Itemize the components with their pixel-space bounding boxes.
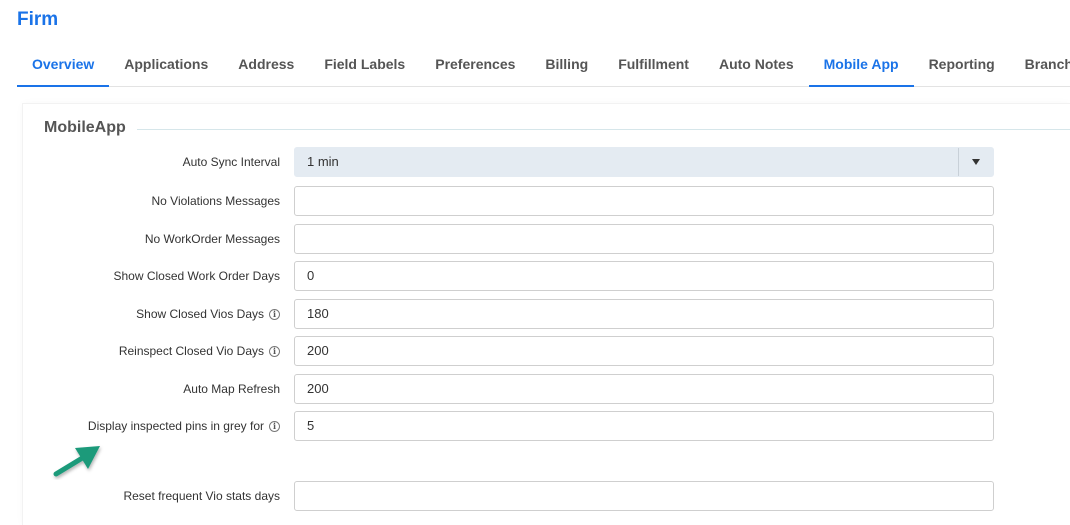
- info-icon[interactable]: i: [269, 420, 280, 432]
- tab-applications[interactable]: Applications: [109, 44, 223, 87]
- field-label: Auto Map Refresh: [183, 382, 280, 396]
- form-row-no-workorder-messages: No WorkOrder Messages: [0, 224, 1070, 254]
- auto-map-refresh-input[interactable]: 200: [294, 374, 994, 404]
- tab-address[interactable]: Address: [223, 44, 309, 87]
- form-row-display-inspected-pins: Display inspected pins in grey for i 5: [0, 411, 1070, 441]
- tab-branches[interactable]: Branches: [1010, 44, 1070, 87]
- tab-reporting[interactable]: Reporting: [914, 44, 1010, 87]
- field-label: Display inspected pins in grey for i: [88, 411, 280, 441]
- form-row-auto-map-refresh: Auto Map Refresh 200: [0, 374, 1070, 404]
- info-icon[interactable]: i: [269, 308, 280, 320]
- tab-auto-notes[interactable]: Auto Notes: [704, 44, 809, 87]
- field-label: Auto Sync Interval: [182, 155, 280, 169]
- tab-overview[interactable]: Overview: [17, 44, 110, 87]
- display-inspected-pins-grey-input[interactable]: 5: [294, 411, 994, 441]
- form-row-reset-frequent-vio-stats-days: Reset frequent Vio stats days: [0, 481, 1070, 511]
- section-title: MobileApp: [44, 119, 126, 136]
- show-closed-work-order-days-input[interactable]: 0: [294, 261, 994, 291]
- field-label: Reinspect Closed Vio Days i: [119, 336, 280, 366]
- field-label: Reset frequent Vio stats days: [123, 489, 280, 503]
- tab-preferences[interactable]: Preferences: [420, 44, 530, 87]
- show-closed-vios-days-input[interactable]: 180: [294, 299, 994, 329]
- field-label: Show Closed Vios Days i: [136, 299, 280, 329]
- tab-mobile-app[interactable]: Mobile App: [808, 44, 914, 87]
- form-row-reinspect-closed-vio-days: Reinspect Closed Vio Days i 200: [0, 336, 1070, 366]
- tab-billing[interactable]: Billing: [530, 44, 603, 87]
- form-row-show-closed-vios-days: Show Closed Vios Days i 180: [0, 299, 1070, 329]
- form-row-no-violations-messages: No Violations Messages: [0, 186, 1070, 216]
- info-icon[interactable]: i: [269, 345, 280, 357]
- field-label: No WorkOrder Messages: [144, 232, 280, 246]
- reset-frequent-vio-stats-days-input[interactable]: [294, 481, 994, 511]
- form-row-auto-sync-interval: Auto Sync Interval 1 min: [0, 147, 1070, 177]
- field-label: Show Closed Work Order Days: [113, 269, 281, 283]
- tab-fulfillment[interactable]: Fulfillment: [603, 44, 704, 87]
- arrow-icon: [53, 446, 100, 477]
- auto-sync-interval-select[interactable]: 1 min: [294, 147, 994, 177]
- form-row-show-closed-work-order-days: Show Closed Work Order Days 0: [0, 261, 1070, 291]
- no-violations-messages-input[interactable]: [294, 186, 994, 216]
- no-workorder-messages-input[interactable]: [294, 224, 994, 254]
- tab-field-labels[interactable]: Field Labels: [309, 44, 420, 87]
- select-value: 1 min: [307, 154, 339, 169]
- tab-bar: Overview Applications Address Field Labe…: [17, 44, 1070, 87]
- field-label: No Violations Messages: [151, 194, 280, 208]
- reinspect-closed-vio-days-input[interactable]: 200: [294, 336, 994, 366]
- page-title: Firm: [17, 9, 59, 30]
- section-divider: [137, 129, 1070, 130]
- dropdown-button[interactable]: [958, 148, 993, 176]
- chevron-down-icon: [972, 159, 980, 165]
